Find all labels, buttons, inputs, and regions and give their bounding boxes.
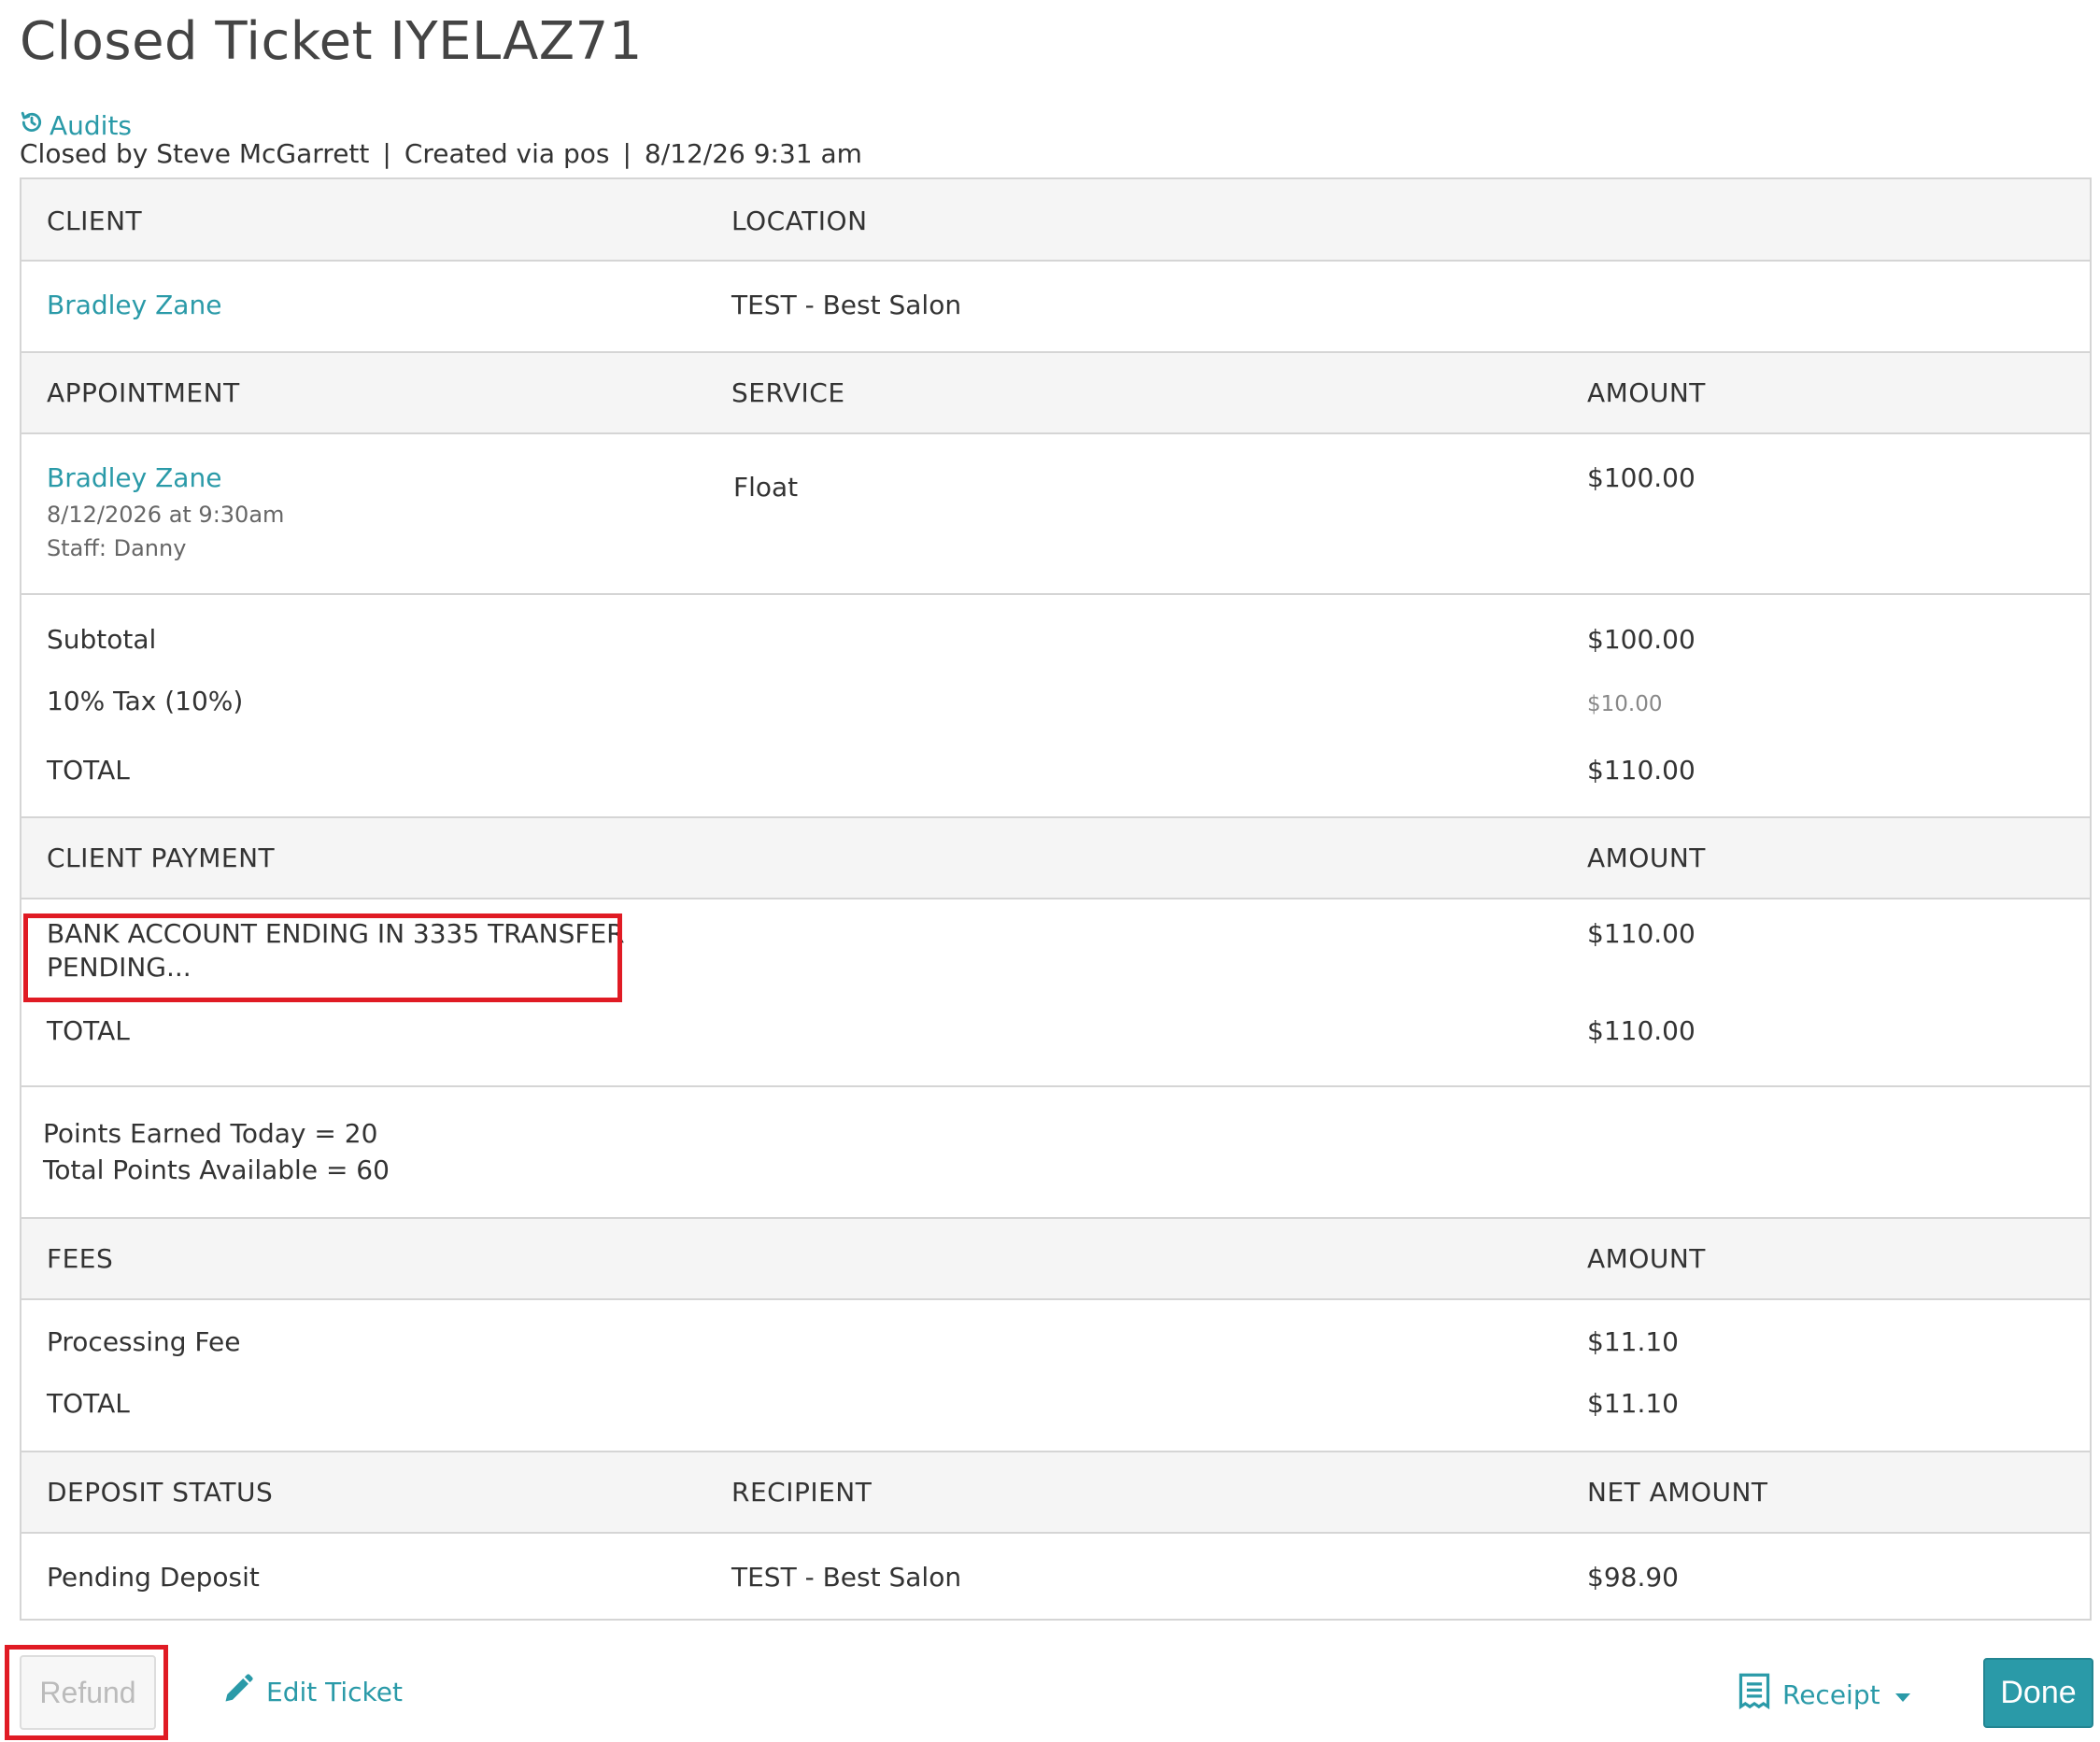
appointment-header-row: APPOINTMENT SERVICE AMOUNT [21,353,2090,434]
appointment-date: 8/12/2026 at 9:30am [47,502,285,528]
points-total-available: Total Points Available = 60 [43,1154,390,1185]
subtotal-value: $100.00 [1587,624,1696,655]
client-header-row: CLIENT LOCATION [21,179,2090,262]
page-title: Closed Ticket IYELAZ71 [20,11,643,72]
total-value: $110.00 [1587,755,1696,786]
edit-ticket-label: Edit Ticket [266,1677,403,1707]
ticket-meta: Closed by Steve McGarrett | Created via po… [20,138,862,169]
processing-fee-value: $11.10 [1587,1326,1679,1357]
receipt-icon [1736,1672,1773,1718]
fees-header: FEES [47,1243,114,1274]
amount-header: AMOUNT [1587,377,1706,408]
tax-label: 10% Tax (10%) [47,686,244,716]
closed-by: Closed by Steve McGarrett [20,138,370,169]
service-amount: $100.00 [1587,462,1696,493]
appointment-row: Bradley Zane 8/12/2026 at 9:30am Staff: … [21,434,2090,595]
tax-value: $10.00 [1587,692,1663,716]
closed-datetime: 8/12/26 9:31 am [644,138,862,169]
done-button[interactable]: Done [1983,1658,2093,1728]
appointment-client-link[interactable]: Bradley Zane [47,462,221,493]
refund-highlight [5,1645,168,1740]
client-header: CLIENT [47,205,143,236]
recipient-header: RECIPIENT [731,1477,873,1508]
audits-label: Audits [50,110,133,141]
location-header: LOCATION [731,205,868,236]
client-payment-header: CLIENT PAYMENT [47,843,276,873]
service-name: Float [733,472,799,503]
points-row: Points Earned Today = 20 Total Points Av… [21,1087,2090,1219]
total-label: TOTAL [47,755,130,786]
fees-header-row: FEES AMOUNT [21,1219,2090,1300]
fees-total-value: $11.10 [1587,1388,1679,1419]
location-value: TEST - Best Salon [731,290,962,320]
payment-amount-header: AMOUNT [1587,843,1706,873]
deposit-status: Pending Deposit [47,1562,260,1593]
fees-amount-header: AMOUNT [1587,1243,1706,1274]
processing-fee-label: Processing Fee [47,1326,241,1357]
appointment-header: APPOINTMENT [47,377,240,408]
service-header: SERVICE [731,377,845,408]
deposit-header-row: DEPOSIT STATUS RECIPIENT NET AMOUNT [21,1452,2090,1534]
pencil-icon [221,1672,255,1712]
ticket-details-panel: CLIENT LOCATION Bradley Zane TEST - Best… [20,177,2092,1621]
net-amount-header: NET AMOUNT [1587,1477,1768,1508]
edit-ticket-link[interactable]: Edit Ticket [221,1672,403,1712]
payment-total-label: TOTAL [47,1015,130,1046]
deposit-net-amount: $98.90 [1587,1562,1679,1593]
meta-separator: | [382,138,391,169]
audits-link[interactable]: Audits [20,110,132,141]
appointment-staff: Staff: Danny [47,535,187,561]
fees-row: Processing Fee $11.10 TOTAL $11.10 [21,1300,2090,1452]
payment-method-amount: $110.00 [1587,918,1696,949]
payment-header-row: CLIENT PAYMENT AMOUNT [21,818,2090,899]
caret-down-icon [1894,1693,1910,1702]
client-name-link[interactable]: Bradley Zane [47,290,221,320]
points-earned-today: Points Earned Today = 20 [43,1118,378,1149]
receipt-label: Receipt [1782,1679,1880,1710]
deposit-row: Pending Deposit TEST - Best Salon $98.90 [21,1534,2090,1619]
subtotal-label: Subtotal [47,624,157,655]
payment-total-value: $110.00 [1587,1015,1696,1046]
history-icon [20,110,44,141]
deposit-status-header: DEPOSIT STATUS [47,1477,274,1508]
payment-method-highlight [23,913,622,1002]
fees-total-label: TOTAL [47,1388,130,1419]
receipt-dropdown[interactable]: Receipt [1736,1672,1910,1718]
client-row: Bradley Zane TEST - Best Salon [21,262,2090,353]
totals-row: Subtotal $100.00 10% Tax (10%) $10.00 TO… [21,595,2090,818]
deposit-recipient: TEST - Best Salon [731,1562,962,1593]
created-via: Created via pos [404,138,610,169]
meta-separator: | [622,138,631,169]
